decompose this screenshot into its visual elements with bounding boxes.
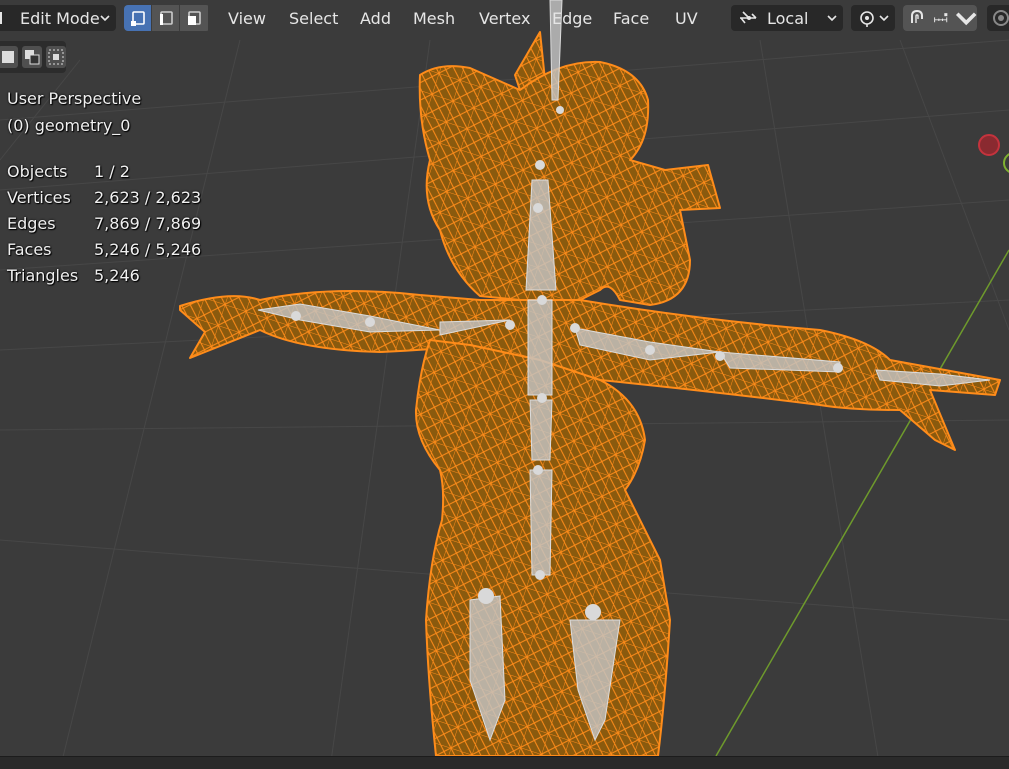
- chevron-down-icon: [879, 15, 889, 22]
- stat-value: 2,623 / 2,623: [94, 187, 202, 207]
- stat-row-objects: Objects 1 / 2: [7, 158, 201, 184]
- menu-uv[interactable]: UV: [669, 5, 704, 31]
- gizmo-x-icon[interactable]: [978, 134, 1000, 156]
- statistics-overlay: Objects 1 / 2 Vertices 2,623 / 2,623 Edg…: [7, 158, 201, 288]
- face-select-icon: [188, 11, 201, 25]
- 3d-viewport[interactable]: Edit Mode View Select Add Mesh Vertex Ed…: [0, 0, 1009, 769]
- snap-toggle-button[interactable]: [903, 5, 931, 31]
- stat-label: Objects: [7, 161, 68, 181]
- timeline-edge: [0, 756, 1009, 769]
- chevron-down-icon: [100, 15, 110, 22]
- stat-label: Vertices: [7, 187, 71, 207]
- vertex-select-icon: [130, 11, 145, 26]
- stat-row-edges: Edges 7,869 / 7,869: [7, 210, 201, 236]
- chevron-down-icon: [827, 15, 837, 22]
- select-new-button[interactable]: [0, 46, 18, 68]
- proportional-edit-icon: [993, 10, 1009, 26]
- menu-vertex[interactable]: Vertex: [473, 5, 536, 31]
- menu-face[interactable]: Face: [607, 5, 655, 31]
- select-box-mode-group: [0, 41, 66, 73]
- select-intersect-button[interactable]: [46, 46, 66, 68]
- mode-dropdown[interactable]: Edit Mode: [0, 5, 116, 31]
- stat-label: Faces: [7, 239, 52, 259]
- stat-value: 7,869 / 7,869: [94, 213, 202, 233]
- vertex-select-button[interactable]: [124, 5, 152, 31]
- stat-value: 5,246: [94, 265, 140, 285]
- stat-label: Edges: [7, 213, 56, 233]
- select-mode-group: [124, 5, 210, 31]
- edit-mode-icon: [0, 12, 2, 24]
- menu-select[interactable]: Select: [283, 5, 344, 31]
- menu-add[interactable]: Add: [354, 5, 397, 31]
- viewport-scene[interactable]: [0, 0, 1009, 769]
- stat-row-vertices: Vertices 2,623 / 2,623: [7, 184, 201, 210]
- select-new-icon: [2, 51, 14, 63]
- stat-row-triangles: Triangles 5,246: [7, 262, 201, 288]
- mode-label: Edit Mode: [20, 8, 100, 28]
- snap-increment-icon: [934, 13, 948, 23]
- select-box-icon: [48, 49, 64, 65]
- chevron-down-icon: [955, 12, 977, 26]
- magnet-icon: [911, 9, 923, 23]
- snap-target-dropdown[interactable]: [931, 5, 977, 31]
- gizmo-y-icon[interactable]: [1003, 153, 1009, 173]
- menu-view[interactable]: View: [222, 5, 272, 31]
- stat-row-faces: Faces 5,246 / 5,246: [7, 236, 201, 262]
- pivot-point-icon: [860, 11, 874, 27]
- select-subtract-icon: [25, 50, 40, 65]
- view-name: User Perspective: [7, 89, 142, 108]
- menu-edge[interactable]: Edge: [546, 5, 598, 31]
- orientation-label: Local: [767, 8, 809, 28]
- viewport-header: Edit Mode View Select Add Mesh Vertex Ed…: [0, 0, 1009, 36]
- proportional-edit-button[interactable]: [987, 5, 1009, 31]
- stat-label: Triangles: [7, 265, 79, 285]
- active-object-name: (0) geometry_0: [7, 116, 131, 135]
- edge-select-button[interactable]: [152, 5, 180, 31]
- face-select-button[interactable]: [180, 5, 208, 31]
- menu-mesh[interactable]: Mesh: [407, 5, 461, 31]
- transform-orientation-icon: [740, 11, 757, 24]
- select-subtract-button[interactable]: [22, 46, 42, 68]
- stat-value: 1 / 2: [94, 161, 130, 181]
- stat-value: 5,246 / 5,246: [94, 239, 202, 259]
- transform-orientation-dropdown[interactable]: Local: [731, 5, 843, 31]
- edge-select-icon: [159, 11, 173, 25]
- pivot-point-dropdown[interactable]: [851, 5, 895, 31]
